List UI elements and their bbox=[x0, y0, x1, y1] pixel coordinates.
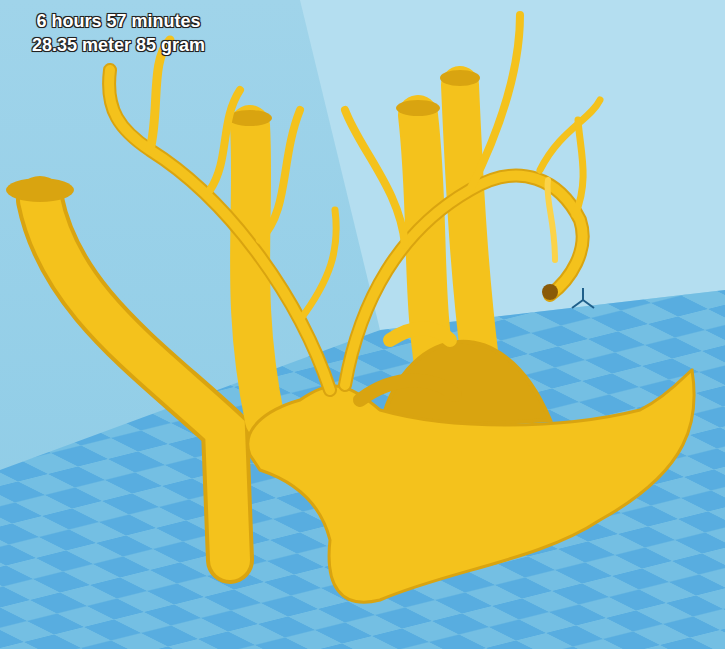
print-info: 6 hours 57 minutes28.35 meter 85 gram bbox=[28, 8, 209, 58]
model-icon bbox=[6, 15, 694, 602]
viewport-3d[interactable]: 6 hours 57 minutes28.35 meter 85 gram bbox=[0, 0, 725, 649]
model-scene[interactable] bbox=[0, 0, 725, 649]
print-time: 6 hours 57 minutes bbox=[37, 10, 201, 32]
axis-icon bbox=[572, 288, 594, 308]
print-material: 28.35 meter 85 gram bbox=[32, 34, 205, 56]
